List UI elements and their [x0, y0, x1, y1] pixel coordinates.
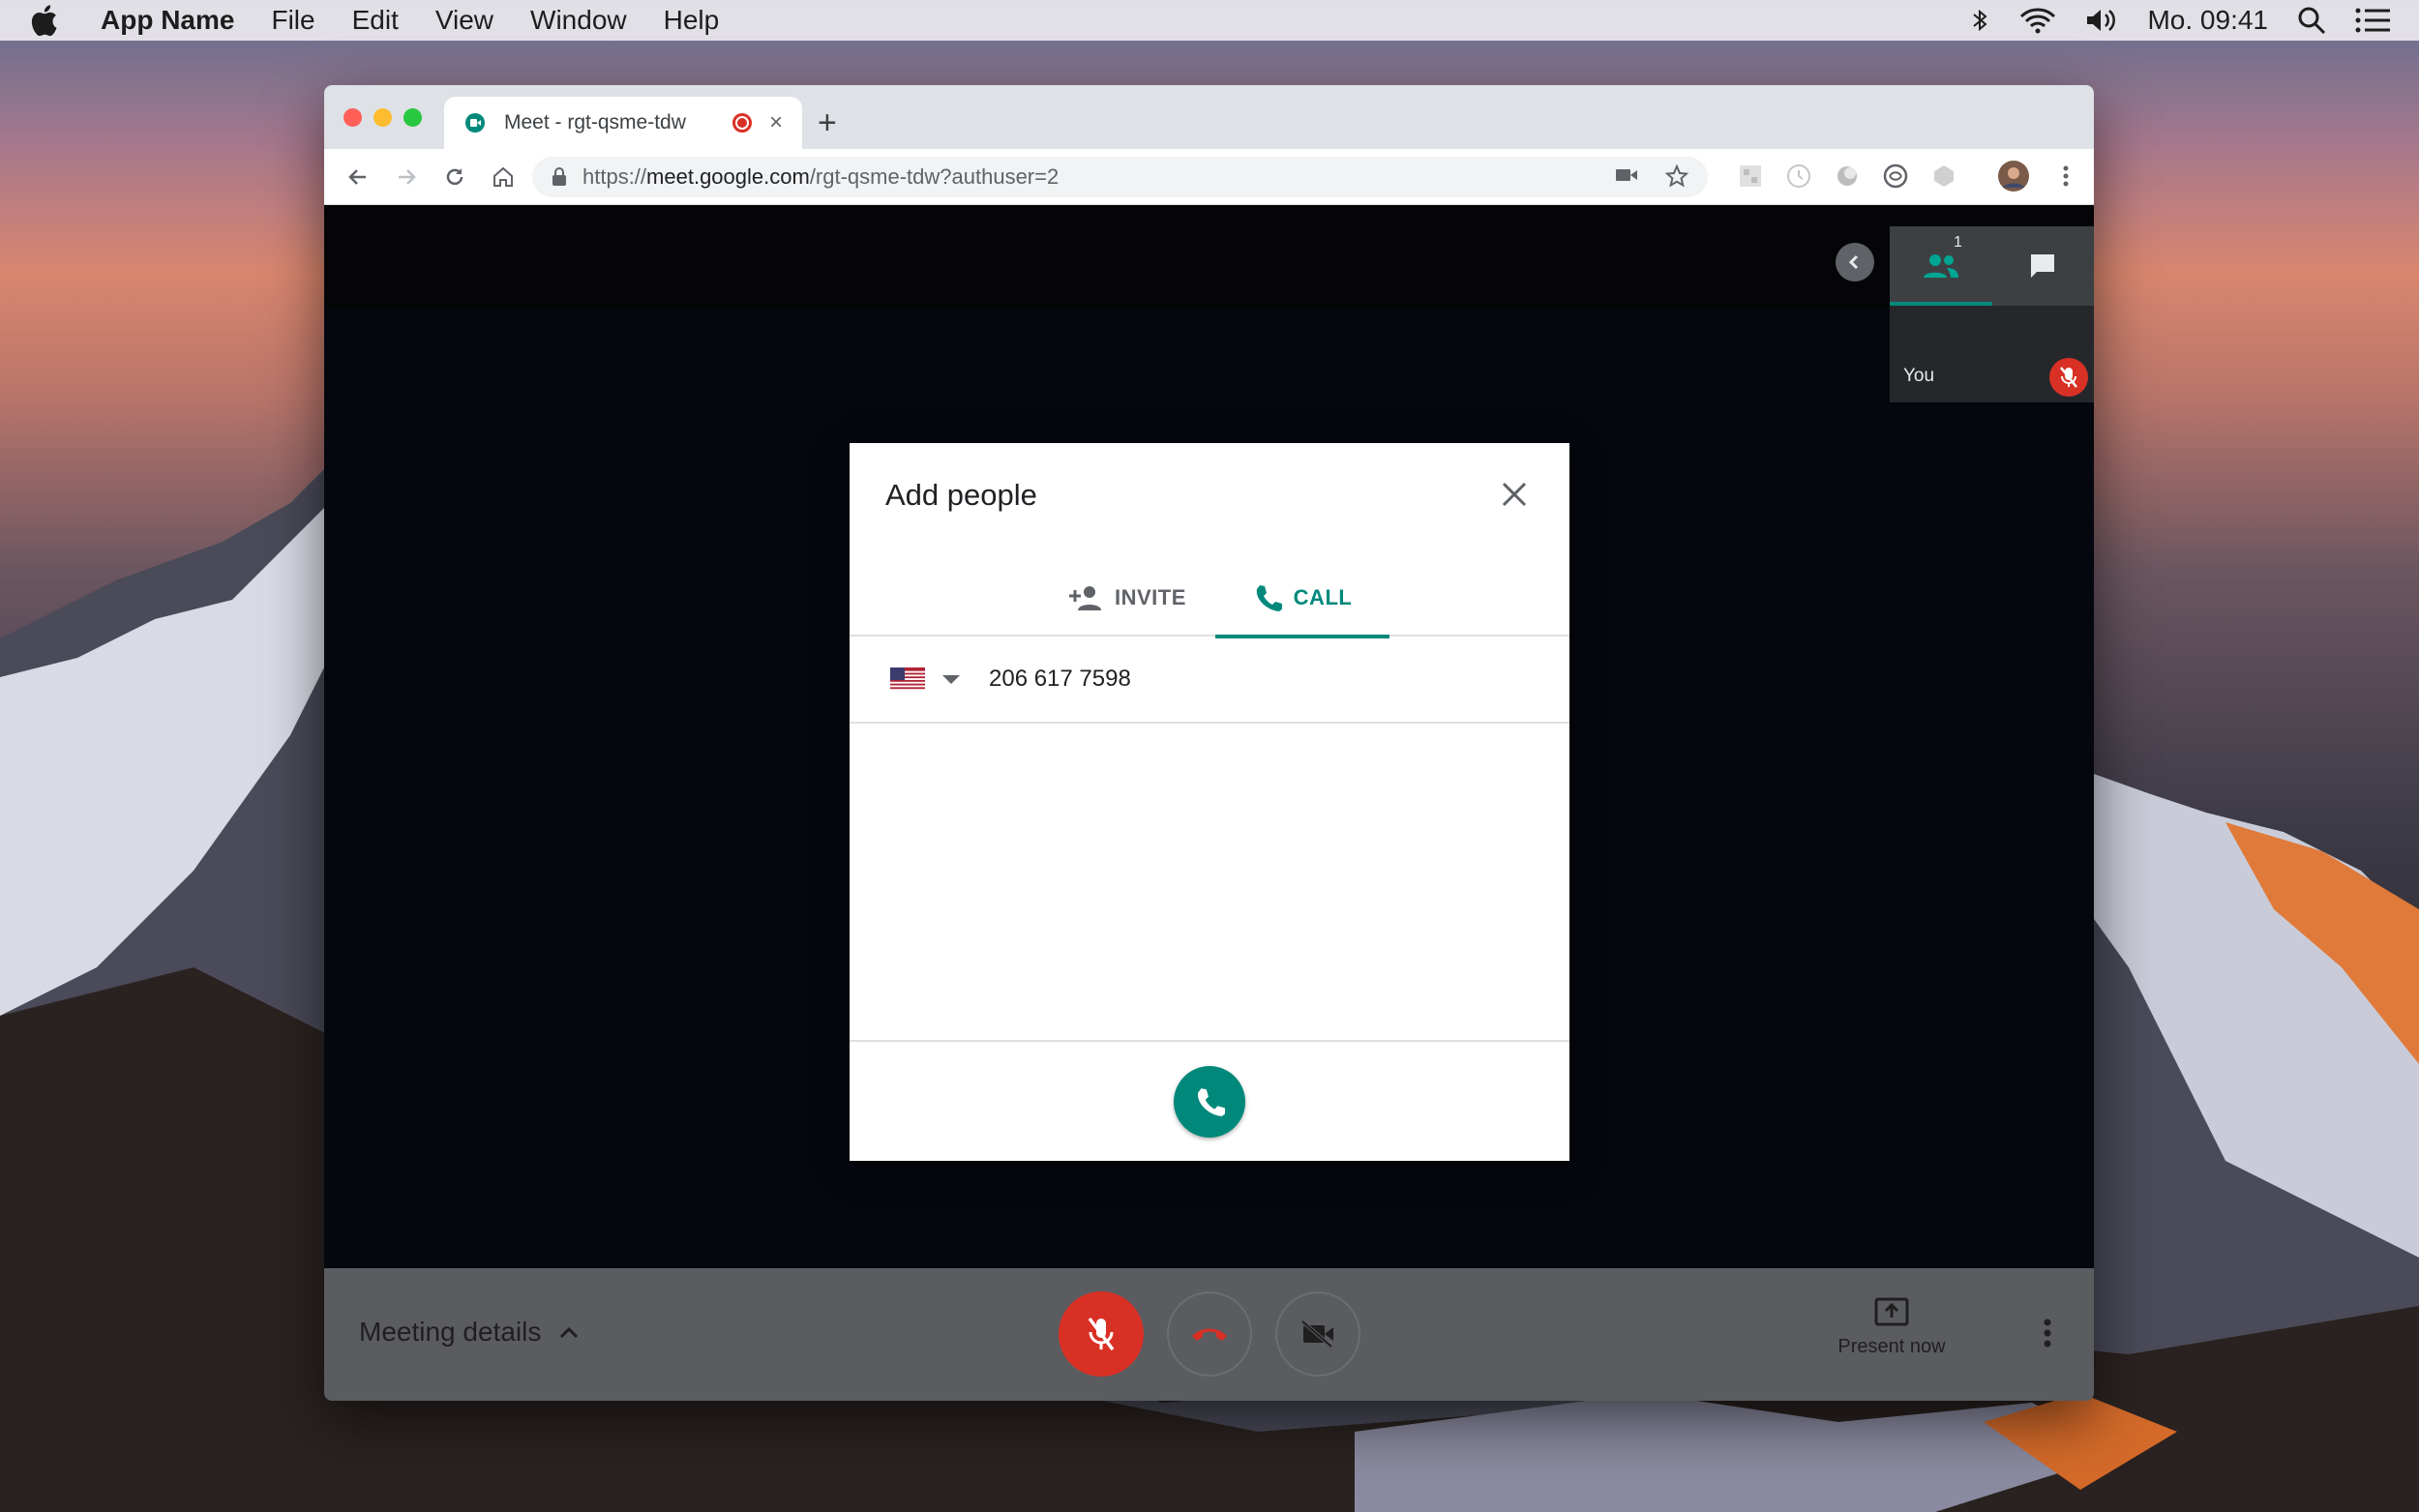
country-dropdown-caret-icon[interactable] — [942, 674, 960, 684]
new-tab-button[interactable]: + — [818, 104, 837, 142]
tab-strip: Meet - rgt-qsme-tdw × + — [324, 85, 2094, 149]
menu-app-name[interactable]: App Name — [101, 5, 234, 36]
forward-button[interactable] — [392, 163, 421, 192]
back-button[interactable] — [343, 163, 373, 192]
menu-file[interactable]: File — [271, 5, 314, 36]
leave-call-button[interactable] — [1167, 1291, 1252, 1377]
extension-shield-icon[interactable] — [1882, 163, 1909, 190]
phone-entry-row — [850, 637, 1569, 724]
menu-view[interactable]: View — [435, 5, 493, 36]
arrow-right-icon — [399, 168, 416, 185]
people-icon — [1923, 254, 1958, 278]
add-people-dialog: Add people INVITE CALL — [850, 443, 1569, 1161]
tab-chat[interactable] — [1992, 226, 2095, 306]
reload-icon — [446, 167, 463, 185]
mic-off-icon — [1088, 1317, 1115, 1351]
browser-toolbar: https://meet.google.com/rgt-qsme-tdw?aut… — [324, 149, 2094, 205]
extension-timer-icon[interactable] — [1785, 163, 1812, 190]
chevron-up-icon — [560, 1326, 579, 1339]
extension-qr-icon[interactable] — [1737, 163, 1764, 190]
volume-icon[interactable] — [2085, 7, 2118, 34]
people-chat-tabs: 1 — [1890, 226, 2094, 306]
camera-toggle-button[interactable] — [1275, 1291, 1360, 1377]
present-now-label: Present now — [1837, 1336, 1946, 1357]
url-host: meet.google.com — [646, 164, 810, 189]
menubar-clock[interactable]: Mo. 09:41 — [2147, 5, 2268, 36]
dialog-title: Add people — [885, 478, 1037, 512]
google-meet-favicon-icon — [465, 113, 485, 133]
chat-icon — [2031, 254, 2055, 278]
person-add-icon — [1069, 586, 1101, 610]
meeting-details-label: Meeting details — [359, 1317, 542, 1347]
tab-invite[interactable]: INVITE — [1068, 559, 1186, 637]
self-video-tile[interactable]: You — [1890, 306, 2094, 402]
wifi-icon[interactable] — [2019, 7, 2056, 34]
lock-icon[interactable] — [552, 167, 567, 187]
more-options-icon[interactable] — [2043, 1319, 2052, 1348]
tab-call-label: CALL — [1293, 585, 1353, 609]
bookmark-star-icon[interactable] — [1665, 164, 1688, 188]
menu-edit[interactable]: Edit — [352, 5, 399, 36]
present-screen-icon — [1874, 1297, 1909, 1326]
notification-center-icon[interactable] — [2355, 8, 2390, 33]
dialog-footer — [850, 1040, 1569, 1161]
spotlight-search-icon[interactable] — [2297, 6, 2326, 35]
phone-icon — [1256, 585, 1282, 611]
window-minimize-button[interactable] — [373, 108, 392, 127]
menu-help[interactable]: Help — [664, 5, 720, 36]
window-close-button[interactable] — [343, 108, 362, 127]
microphone-toggle-button[interactable] — [1059, 1291, 1144, 1377]
home-icon — [493, 166, 513, 187]
hang-up-icon — [1192, 1328, 1227, 1341]
extension-circle-icon[interactable] — [1834, 163, 1861, 190]
place-call-button[interactable] — [1174, 1066, 1245, 1138]
muted-mic-icon — [2049, 358, 2088, 397]
meeting-details-button[interactable]: Meeting details — [359, 1317, 580, 1348]
tab-participants[interactable]: 1 — [1890, 226, 1992, 306]
recording-indicator-icon — [732, 113, 752, 133]
bluetooth-icon[interactable] — [1971, 7, 1990, 34]
collapse-panel-button[interactable] — [1836, 243, 1874, 282]
phone-number-input[interactable] — [989, 666, 1424, 693]
us-flag-icon[interactable] — [890, 667, 925, 691]
profile-avatar[interactable] — [1998, 161, 2029, 192]
self-label: You — [1903, 366, 1935, 386]
apple-logo-icon[interactable] — [29, 4, 58, 37]
window-zoom-button[interactable] — [403, 108, 422, 127]
meet-top-bar — [324, 205, 2094, 308]
macos-menubar: App Name File Edit View Window Help Mo. … — [0, 0, 2419, 41]
dialog-tabs: INVITE CALL — [850, 559, 1569, 638]
phone-call-icon — [1198, 1088, 1225, 1116]
tab-invite-label: INVITE — [1115, 585, 1186, 609]
tab-close-icon[interactable]: × — [769, 109, 783, 136]
tab-meet[interactable]: Meet - rgt-qsme-tdw × — [444, 97, 802, 149]
reload-button[interactable] — [440, 163, 469, 192]
address-bar[interactable]: https://meet.google.com/rgt-qsme-tdw?aut… — [532, 157, 1708, 197]
meet-control-bar: Meeting details Present now — [324, 1268, 2094, 1401]
tab-title: Meet - rgt-qsme-tdw — [504, 111, 686, 133]
menu-window[interactable]: Window — [530, 5, 627, 36]
camera-in-use-icon[interactable] — [1615, 164, 1638, 186]
extension-hexagon-icon[interactable] — [1930, 163, 1957, 190]
browser-menu-icon[interactable] — [2052, 163, 2079, 190]
arrow-left-icon — [348, 168, 366, 185]
tab-call[interactable]: CALL — [1215, 559, 1389, 638]
camera-off-icon — [1300, 1319, 1333, 1349]
present-now-button[interactable]: Present now — [1819, 1297, 1964, 1358]
chevron-left-icon — [1848, 254, 1859, 270]
url-scheme: https:// — [582, 164, 647, 189]
participant-count-badge: 1 — [1954, 234, 1962, 251]
dialog-close-icon[interactable] — [1500, 480, 1529, 509]
url-path: /rgt-qsme-tdw?authuser=2 — [809, 164, 1060, 189]
home-button[interactable] — [489, 163, 518, 192]
